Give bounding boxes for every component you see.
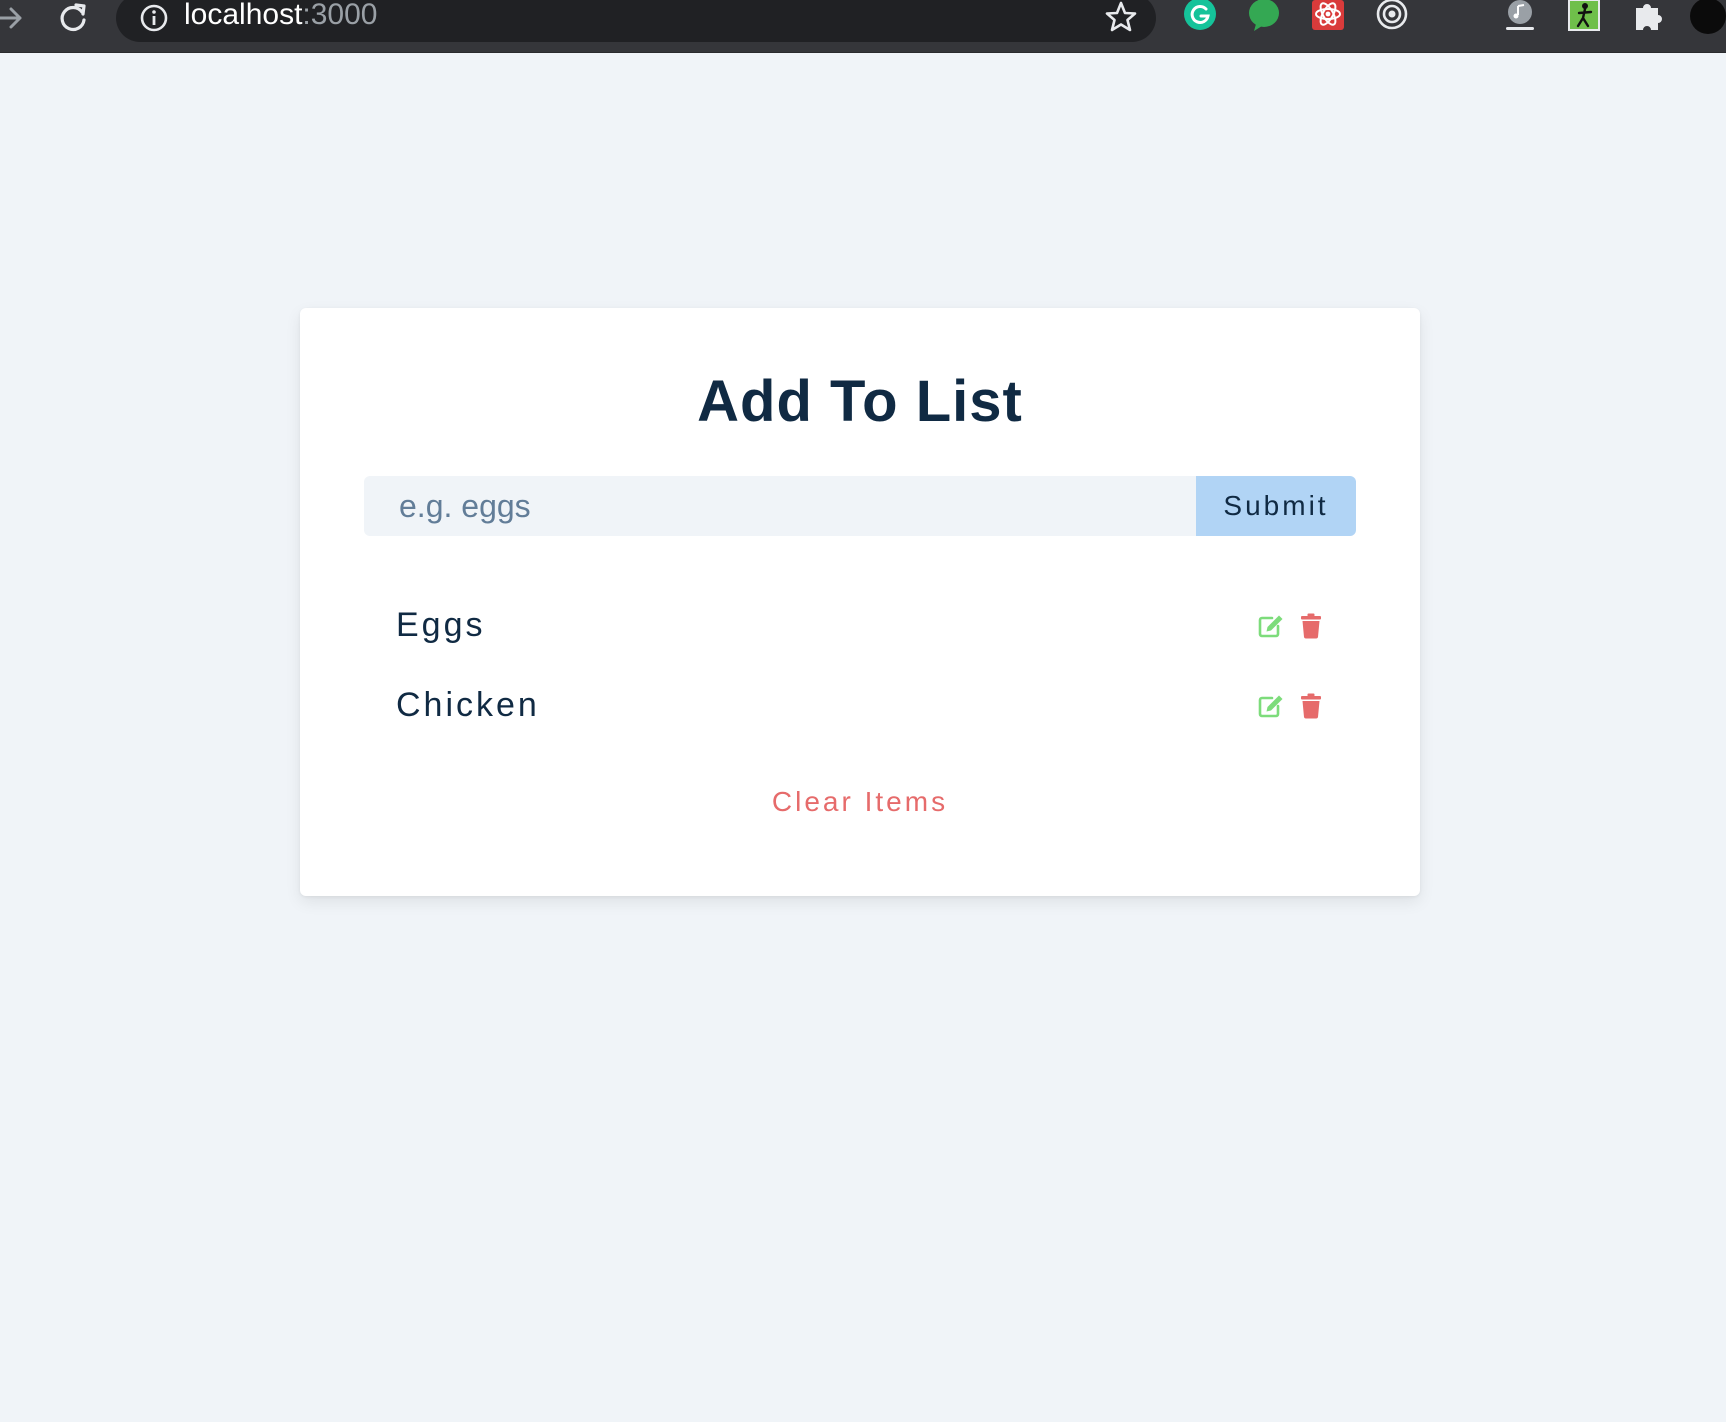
chat-bubble-icon[interactable] <box>1246 0 1282 31</box>
music-icon[interactable] <box>1502 0 1538 30</box>
grocery-card: Add To List Submit Eggs Chicken <box>300 308 1420 896</box>
list-item: Chicken <box>396 678 1324 758</box>
edit-icon[interactable] <box>1258 613 1284 639</box>
reload-icon[interactable] <box>56 0 90 36</box>
browser-toolbar: localhost:3000 <box>0 0 1726 53</box>
puzzle-icon[interactable] <box>1630 0 1666 30</box>
add-item-form: Submit <box>364 476 1356 536</box>
profile-avatar-icon[interactable] <box>1690 0 1726 34</box>
page-title: Add To List <box>697 369 1023 434</box>
clear-items-button[interactable]: Clear Items <box>300 786 1420 818</box>
item-input[interactable] <box>364 476 1196 536</box>
url-text: localhost:3000 <box>184 0 377 36</box>
grammarly-icon[interactable] <box>1182 0 1218 30</box>
bookmark-star-icon[interactable] <box>1104 0 1138 34</box>
forward-arrow-icon[interactable] <box>0 0 24 36</box>
delete-icon[interactable] <box>1298 693 1324 719</box>
list-item: Eggs <box>396 598 1324 678</box>
submit-button[interactable]: Submit <box>1196 476 1356 536</box>
react-devtools-icon[interactable] <box>1310 0 1346 30</box>
item-actions <box>1258 612 1324 640</box>
address-bar[interactable]: localhost:3000 <box>116 0 1156 42</box>
target-icon[interactable] <box>1374 0 1410 30</box>
item-title: Eggs <box>396 606 486 644</box>
item-actions <box>1258 692 1324 720</box>
url-host: localhost <box>184 0 303 31</box>
delete-icon[interactable] <box>1298 613 1324 639</box>
item-title: Chicken <box>396 686 540 724</box>
url-port: :3000 <box>302 0 378 31</box>
edit-icon[interactable] <box>1258 693 1284 719</box>
grocery-list: Eggs Chicken <box>396 598 1324 758</box>
info-icon[interactable] <box>138 2 170 34</box>
reading-figure-icon[interactable] <box>1566 0 1602 31</box>
